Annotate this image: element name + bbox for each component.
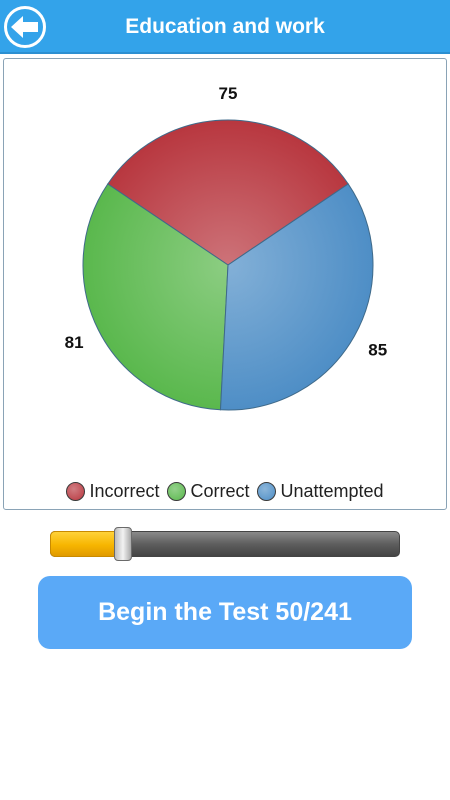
legend-item-incorrect: Incorrect	[66, 481, 159, 502]
begin-test-button[interactable]: Begin the Test 50/241	[38, 576, 412, 649]
legend-swatch	[167, 481, 187, 501]
pie-chart: 75 81 85	[65, 84, 387, 411]
chart-legend: Incorrect Correct Unattempted	[4, 479, 446, 503]
pie-label-unattempted: 85	[368, 341, 387, 360]
results-chart-card: 75 81 85 Incorrect Correct Unattempted	[3, 58, 447, 510]
back-arrow-icon	[11, 16, 39, 38]
app-header: Education and work	[0, 0, 450, 54]
legend-label: Correct	[190, 480, 250, 501]
question-count-slider[interactable]	[50, 527, 400, 561]
legend-swatch	[66, 481, 86, 501]
slider-fill	[50, 531, 123, 557]
page-title: Education and work	[125, 15, 325, 38]
legend-label: Unattempted	[280, 480, 384, 501]
slider-thumb[interactable]	[114, 527, 132, 561]
pie-label-correct: 81	[65, 333, 84, 352]
legend-item-correct: Correct	[167, 481, 249, 502]
legend-swatch	[257, 481, 277, 501]
back-button[interactable]	[4, 6, 46, 48]
legend-item-unattempted: Unattempted	[257, 480, 384, 502]
pie-label-incorrect: 75	[219, 84, 238, 103]
legend-label: Incorrect	[89, 480, 160, 501]
